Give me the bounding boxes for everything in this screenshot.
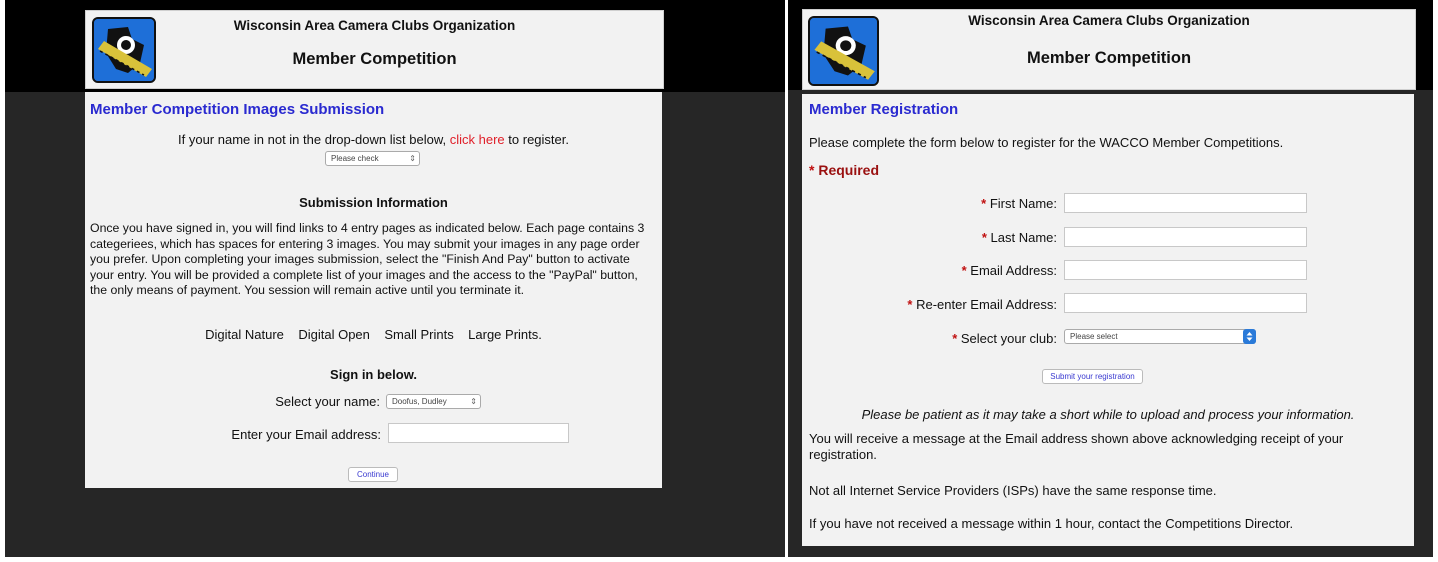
club-label: * Select your club:: [952, 331, 1057, 346]
selected-name: Doofus, Dudley: [392, 397, 447, 406]
competition-title: Member Competition: [1026, 49, 1192, 67]
contact-note: If you have not received a message withi…: [809, 516, 1294, 531]
site-header: Wisconsin Area Camera Clubs Organization…: [85, 10, 664, 89]
reenter-email-label: * Re-enter Email Address:: [907, 297, 1057, 312]
isp-note: Not all Internet Service Providers (ISPs…: [809, 483, 1217, 498]
entry-page-digital-nature: Digital Nature: [205, 327, 284, 342]
register-suffix: to register.: [508, 132, 569, 147]
club-label-text: Select your club:: [960, 331, 1057, 346]
email-input[interactable]: [388, 423, 569, 443]
name-check-value: Please check: [331, 154, 379, 163]
register-link[interactable]: click here: [450, 132, 505, 147]
submission-content: Member Competition Images Submission If …: [85, 92, 662, 488]
submission-heading: Submission Information: [299, 195, 448, 210]
reenter-email-input[interactable]: [1064, 293, 1307, 313]
section-title: Member Competition Images Submission: [90, 101, 385, 118]
last-name-input[interactable]: [1064, 227, 1307, 247]
first-name-label-text: First Name:: [989, 196, 1057, 211]
required-label: Required: [818, 162, 880, 178]
continue-button[interactable]: Continue: [348, 467, 398, 482]
entry-page-large-prints: Large Prints.: [468, 327, 542, 342]
register-line: If your name in not in the drop-down lis…: [85, 132, 662, 148]
section-title: Member Registration: [809, 101, 959, 118]
org-title: Wisconsin Area Camera Clubs Organization: [233, 18, 516, 33]
submission-paragraph: Once you have signed in, you will find l…: [90, 221, 645, 297]
registration-intro: Please complete the form below to regist…: [809, 135, 1284, 150]
name-check-dropdown[interactable]: Please check ⇕: [325, 151, 420, 166]
updown-arrow-icon: ⇕: [470, 397, 477, 406]
entry-page-small-prints: Small Prints: [384, 327, 454, 342]
entry-page-digital-open: Digital Open: [298, 327, 370, 342]
org-title: Wisconsin Area Camera Clubs Organization: [968, 13, 1250, 28]
last-name-label: * Last Name:: [981, 230, 1057, 245]
select-name-label: Select your name:: [275, 394, 380, 409]
required-star: *: [809, 162, 815, 178]
confirmation-message: You will receive a message at the Email …: [809, 431, 1344, 462]
updown-arrow-icon: [1243, 329, 1256, 344]
email-label: Enter your Email address:: [231, 427, 381, 442]
entry-pages-list: Digital Nature Digital Open Small Prints…: [85, 327, 662, 343]
first-name-input[interactable]: [1064, 193, 1307, 213]
reenter-email-label-text: Re-enter Email Address:: [916, 297, 1057, 312]
email-input[interactable]: [1064, 260, 1307, 280]
patience-note: Please be patient as it may take a short…: [861, 407, 1355, 422]
club-select-value: Please select: [1070, 332, 1118, 341]
register-prefix: If your name in not in the drop-down lis…: [178, 132, 447, 147]
submission-page: Wisconsin Area Camera Clubs Organization…: [5, 0, 785, 557]
required-note: * Required: [809, 162, 879, 178]
signin-heading: Sign in below.: [330, 367, 417, 382]
registration-content: Member Registration Please complete the …: [802, 94, 1414, 546]
email-label-text: Email Address:: [970, 263, 1057, 278]
submit-registration-button[interactable]: Submit your registration: [1042, 369, 1143, 384]
competition-title: Member Competition: [292, 50, 457, 68]
club-select[interactable]: Please select: [1064, 329, 1256, 344]
site-header: Wisconsin Area Camera Clubs Organization…: [802, 9, 1416, 90]
email-label: * Email Address:: [961, 263, 1057, 278]
updown-arrow-icon: ⇕: [409, 154, 416, 163]
registration-page: Wisconsin Area Camera Clubs Organization…: [788, 0, 1433, 557]
first-name-label: * First Name:: [981, 196, 1057, 211]
select-name-dropdown[interactable]: Doofus, Dudley ⇕: [386, 394, 481, 409]
last-name-label-text: Last Name:: [990, 230, 1057, 245]
